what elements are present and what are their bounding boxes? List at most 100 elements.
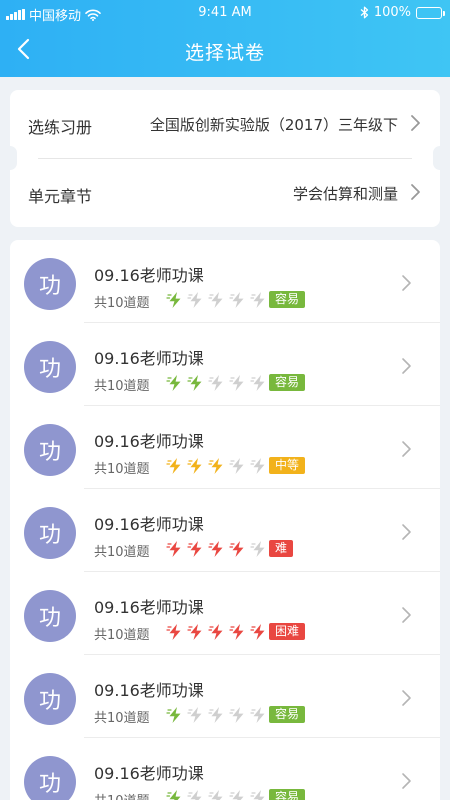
chevron-right-icon <box>402 524 411 540</box>
difficulty-rating <box>166 457 268 475</box>
chevron-right-icon <box>402 441 411 457</box>
paper-title: 09.16老师功课 <box>94 764 204 783</box>
difficulty-badge: 容易 <box>269 706 306 723</box>
lightning-icon <box>187 541 202 557</box>
lightning-icon <box>250 458 265 474</box>
workbook-value: 全国版创新实验版（2017）三年级下 <box>149 116 398 134</box>
chevron-right-icon <box>402 358 411 374</box>
difficulty-rating <box>166 623 268 641</box>
difficulty-rating <box>166 374 268 392</box>
paper-item[interactable]: 功 09.16老师功课 共10道题 中等 <box>10 406 440 489</box>
selector-card: 选练习册 全国版创新实验版（2017）三年级下 单元章节 学会估算和测量 <box>10 90 440 227</box>
paper-item[interactable]: 功 09.16老师功课 共10道题 容易 <box>10 738 440 800</box>
lightning-icon <box>208 375 223 391</box>
difficulty-rating <box>166 789 268 800</box>
lightning-icon <box>187 375 202 391</box>
paper-item[interactable]: 功 09.16老师功课 共10道题 困难 <box>10 572 440 655</box>
lightning-icon <box>229 624 244 640</box>
paper-title: 09.16老师功课 <box>94 349 204 368</box>
lightning-icon <box>208 458 223 474</box>
question-count: 共10道题 <box>94 790 150 800</box>
avatar: 功 <box>24 590 76 642</box>
lightning-icon <box>250 790 265 800</box>
lightning-icon <box>208 707 223 723</box>
question-count: 共10道题 <box>94 462 150 477</box>
difficulty-badge: 困难 <box>269 623 306 640</box>
paper-item[interactable]: 功 09.16老师功课 共10道题 难 <box>10 489 440 572</box>
difficulty-badge: 容易 <box>269 291 306 308</box>
lightning-icon <box>229 292 244 308</box>
lightning-icon <box>229 541 244 557</box>
lightning-icon <box>166 624 181 640</box>
chevron-right-icon <box>402 690 411 706</box>
lightning-icon <box>250 541 265 557</box>
status-right: 100% <box>360 5 445 20</box>
paper-title: 09.16老师功课 <box>94 515 204 534</box>
card-notch-right <box>433 146 447 170</box>
lightning-icon <box>208 292 223 308</box>
difficulty-badge: 容易 <box>269 374 306 391</box>
paper-title: 09.16老师功课 <box>94 266 204 285</box>
avatar: 功 <box>24 341 76 393</box>
avatar: 功 <box>24 507 76 559</box>
question-count: 共10道题 <box>94 628 150 643</box>
chevron-right-icon <box>411 115 420 131</box>
chevron-right-icon <box>411 184 420 200</box>
question-count: 共10道题 <box>94 711 150 726</box>
lightning-icon <box>250 375 265 391</box>
difficulty-badge: 中等 <box>269 457 306 474</box>
card-notch-left <box>3 146 17 170</box>
question-count: 共10道题 <box>94 296 150 311</box>
difficulty-rating <box>166 540 268 558</box>
lightning-icon <box>229 458 244 474</box>
lightning-icon <box>187 624 202 640</box>
difficulty-rating <box>166 706 268 724</box>
paper-list: 功 09.16老师功课 共10道题 容易 功 09.16老师功课 共10道题 容… <box>10 240 440 800</box>
difficulty-badge: 容易 <box>269 789 306 800</box>
status-bar: 中国移动 9:41 AM 100% <box>0 0 450 26</box>
lightning-icon <box>166 292 181 308</box>
lightning-icon <box>250 707 265 723</box>
page-title: 选择试卷 <box>184 42 265 64</box>
lightning-icon <box>166 790 181 800</box>
workbook-label: 选练习册 <box>28 118 93 137</box>
workbook-selector[interactable]: 选练习册 全国版创新实验版（2017）三年级下 <box>10 90 440 159</box>
paper-title: 09.16老师功课 <box>94 598 204 617</box>
paper-title: 09.16老师功课 <box>94 432 204 451</box>
chapter-value: 学会估算和测量 <box>292 185 398 203</box>
lightning-icon <box>229 790 244 800</box>
question-count: 共10道题 <box>94 379 150 394</box>
lightning-icon <box>166 541 181 557</box>
paper-item[interactable]: 功 09.16老师功课 共10道题 容易 <box>10 655 440 738</box>
lightning-icon <box>208 790 223 800</box>
lightning-icon <box>187 707 202 723</box>
lightning-icon <box>229 707 244 723</box>
paper-item[interactable]: 功 09.16老师功课 共10道题 容易 <box>10 323 440 406</box>
battery-percent: 100% <box>373 5 411 20</box>
lightning-icon <box>166 458 181 474</box>
lightning-icon <box>187 790 202 800</box>
lightning-icon <box>208 624 223 640</box>
lightning-icon <box>229 375 244 391</box>
lightning-icon <box>166 375 181 391</box>
bluetooth-icon <box>360 6 368 19</box>
lightning-icon <box>250 624 265 640</box>
chapter-selector[interactable]: 单元章节 学会估算和测量 <box>10 159 440 227</box>
app-header: 中国移动 9:41 AM 100% 选择试卷 <box>0 0 450 77</box>
lightning-icon <box>187 458 202 474</box>
lightning-icon <box>250 292 265 308</box>
paper-title: 09.16老师功课 <box>94 681 204 700</box>
paper-item[interactable]: 功 09.16老师功课 共10道题 容易 <box>10 240 440 323</box>
avatar: 功 <box>24 424 76 476</box>
chapter-label: 单元章节 <box>28 187 93 206</box>
avatar: 功 <box>24 258 76 310</box>
difficulty-rating <box>166 291 268 309</box>
avatar: 功 <box>24 673 76 725</box>
chevron-right-icon <box>402 773 411 789</box>
lightning-icon <box>166 707 181 723</box>
question-count: 共10道题 <box>94 545 150 560</box>
avatar: 功 <box>24 756 76 800</box>
chevron-right-icon <box>402 607 411 623</box>
lightning-icon <box>187 292 202 308</box>
difficulty-badge: 难 <box>269 540 294 557</box>
